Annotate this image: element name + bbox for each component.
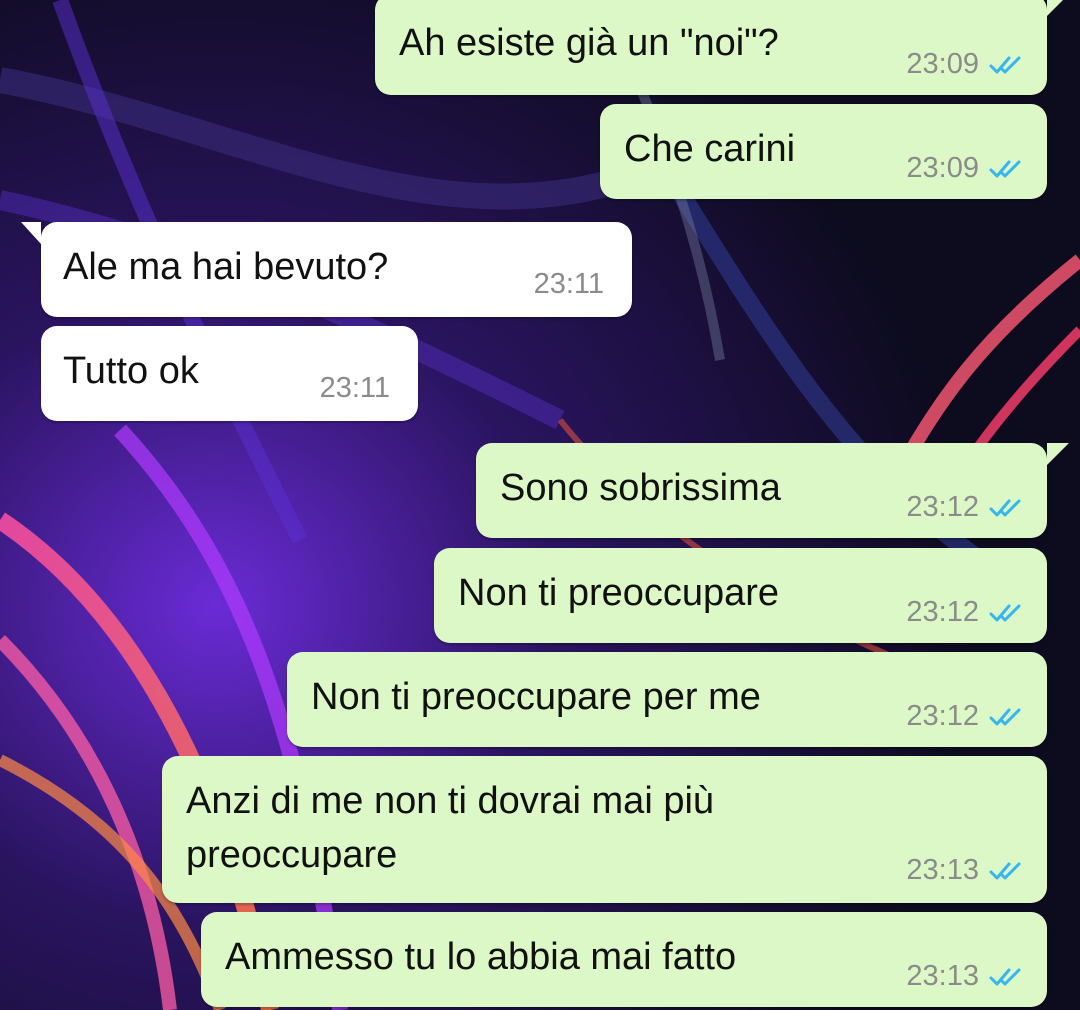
message-bubble-outgoing[interactable]: Ah esiste già un "noi"? 23:09 xyxy=(375,0,1069,95)
message-text: Sono sobrissima xyxy=(500,467,781,509)
message-text: Anzi di me non ti dovrai mai più preoccu… xyxy=(186,780,715,876)
message-text: Tutto ok xyxy=(63,350,199,392)
bubble-tail xyxy=(1047,443,1069,465)
message-time: 23:12 xyxy=(906,491,979,523)
message-time: 23:12 xyxy=(906,596,979,628)
double-check-icon xyxy=(989,968,1021,985)
message-bubble-incoming[interactable]: Ale ma hai bevuto? 23:11 xyxy=(21,222,632,317)
message-bubble-incoming[interactable]: Tutto ok 23:11 xyxy=(41,326,418,421)
message-meta: 23:09 xyxy=(906,152,1025,185)
message-bubble-outgoing[interactable]: Non ti preoccupare per me 23:12 xyxy=(287,652,1047,747)
message-bubble-outgoing[interactable]: Che carini 23:09 xyxy=(600,104,1047,199)
message-time: 23:09 xyxy=(906,48,979,80)
message-text: Ale ma hai bevuto? xyxy=(63,246,389,288)
double-check-icon xyxy=(989,604,1021,621)
message-text: Che carini xyxy=(624,128,796,170)
message-meta: 23:11 xyxy=(320,372,390,405)
message-time: 23:13 xyxy=(906,854,979,886)
message-time: 23:09 xyxy=(906,152,979,184)
message-time: 23:12 xyxy=(906,700,979,732)
message-bubble-outgoing[interactable]: Anzi di me non ti dovrai mai più preoccu… xyxy=(162,756,1047,903)
double-check-icon xyxy=(989,160,1021,177)
message-meta: 23:09 xyxy=(906,48,1025,81)
double-check-icon xyxy=(989,862,1021,879)
bubble-tail xyxy=(1047,0,1069,16)
message-bubble-outgoing[interactable]: Sono sobrissima 23:12 xyxy=(476,443,1069,538)
message-meta: 23:11 xyxy=(534,268,604,301)
message-meta: 23:12 xyxy=(906,700,1025,733)
message-text: Ammesso tu lo abbia mai fatto xyxy=(225,936,737,978)
message-text: Ah esiste già un "noi"? xyxy=(399,22,779,64)
message-time: 23:11 xyxy=(319,372,390,404)
message-text: Non ti preoccupare per me xyxy=(311,676,761,718)
message-meta: 23:13 xyxy=(906,854,1025,887)
message-meta: 23:12 xyxy=(906,596,1025,629)
bubble-tail xyxy=(21,222,41,244)
double-check-icon xyxy=(989,499,1021,516)
double-check-icon xyxy=(989,56,1021,73)
message-time: 23:13 xyxy=(906,960,979,992)
message-text: Non ti preoccupare xyxy=(458,572,780,614)
message-time: 23:11 xyxy=(533,268,604,300)
message-meta: 23:13 xyxy=(906,960,1025,993)
message-bubble-outgoing[interactable]: Ammesso tu lo abbia mai fatto 23:13 xyxy=(201,912,1047,1007)
double-check-icon xyxy=(989,708,1021,725)
message-meta: 23:12 xyxy=(906,491,1025,524)
message-bubble-outgoing[interactable]: Non ti preoccupare 23:12 xyxy=(434,548,1047,643)
